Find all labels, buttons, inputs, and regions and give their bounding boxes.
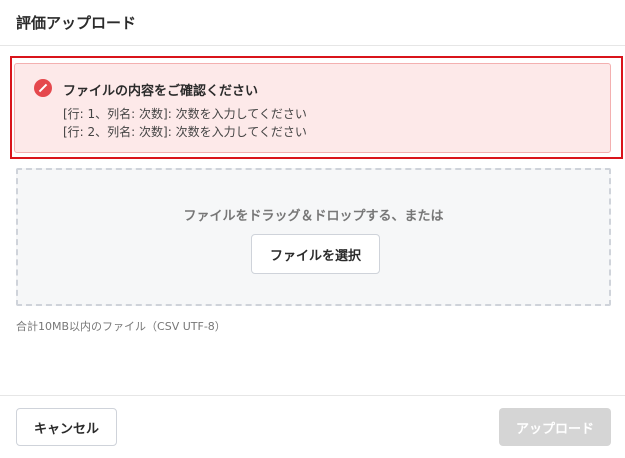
alert-title: ファイルの内容をご確認ください: [63, 84, 259, 99]
dropzone-text: ファイルをドラッグ＆ドロップする、または: [183, 209, 444, 224]
alert-message: [行: 1、列名: 次数]: 次数を入力してください: [63, 107, 307, 121]
select-file-button[interactable]: ファイルを選択: [251, 234, 380, 274]
file-dropzone[interactable]: ファイルをドラッグ＆ドロップする、または ファイルを選択: [16, 168, 611, 306]
cancel-button[interactable]: キャンセル: [16, 408, 117, 446]
dialog-title: 評価アップロード: [16, 14, 137, 32]
file-size-hint: 合計10MB以内のファイル（CSV UTF-8）: [16, 320, 226, 333]
error-alert: ファイルの内容をご確認ください [行: 1、列名: 次数]: 次数を入力してくだ…: [14, 63, 611, 153]
upload-button[interactable]: アップロード: [499, 408, 611, 446]
alert-message: [行: 2、列名: 次数]: 次数を入力してください: [63, 125, 307, 139]
dialog-footer: キャンセル アップロード: [0, 395, 625, 458]
error-icon: [34, 79, 52, 97]
dialog-header: 評価アップロード: [0, 0, 625, 46]
